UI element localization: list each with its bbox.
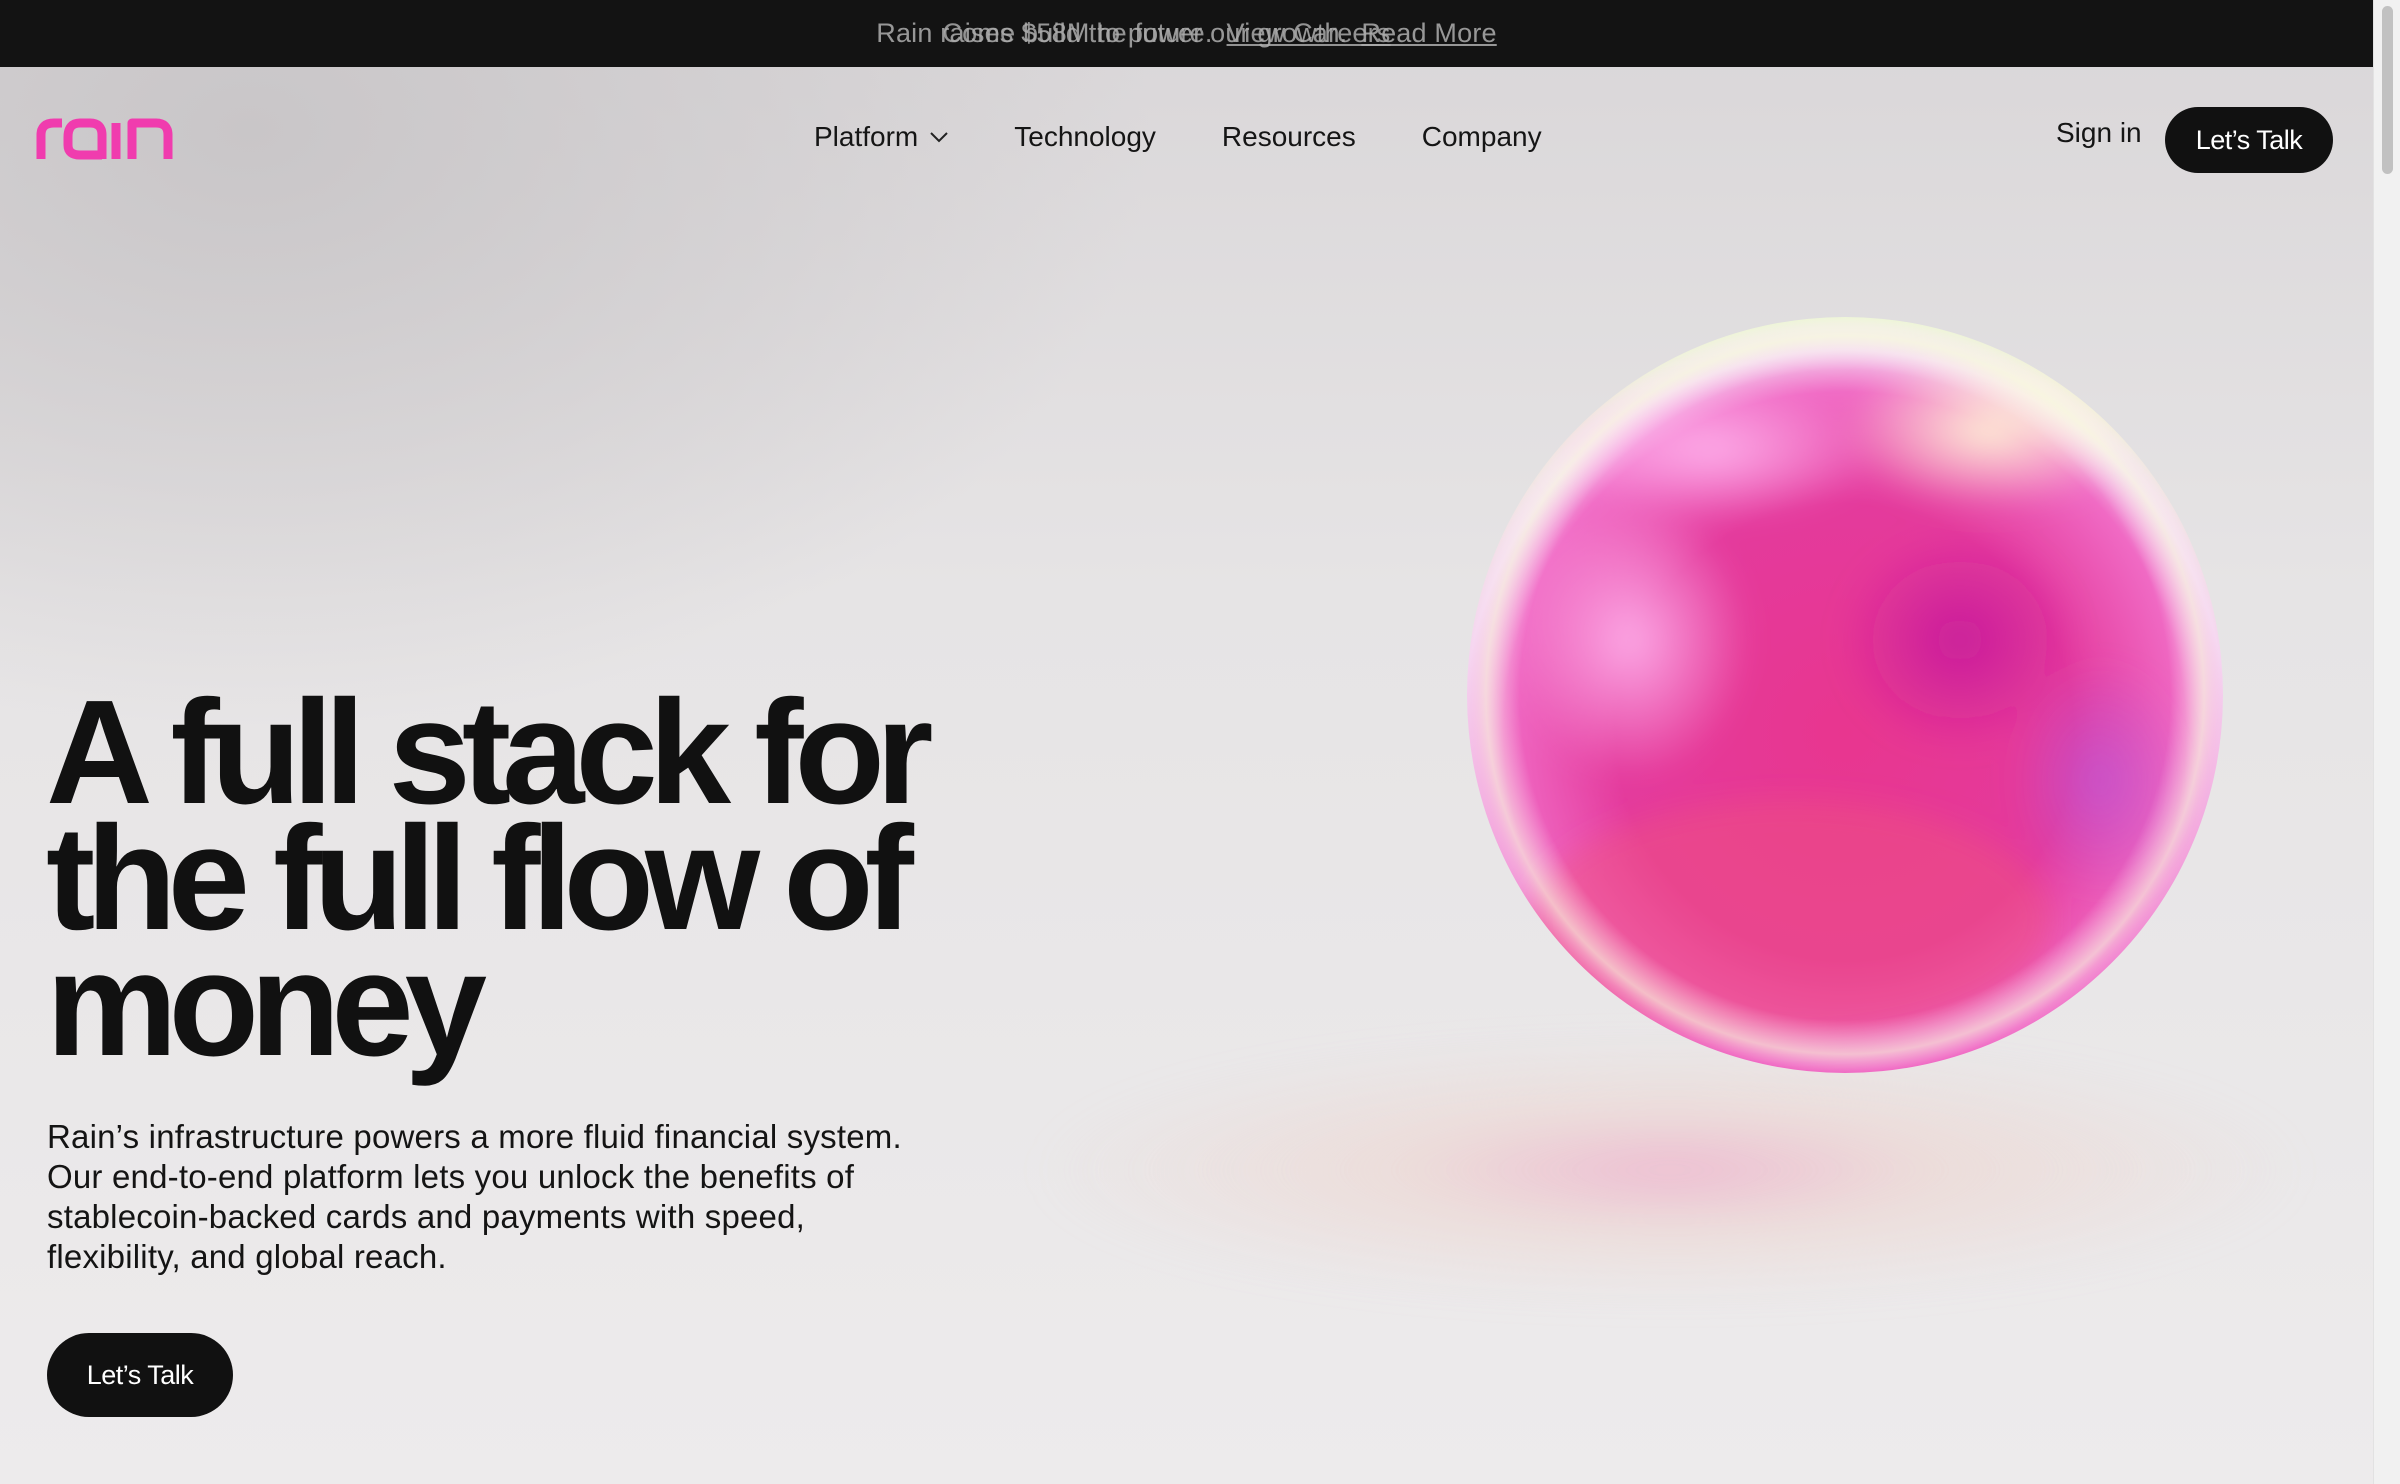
hero-description-line: Our end-to-end platform lets you unlock …	[47, 1158, 855, 1195]
nav-item-platform[interactable]: Platform	[814, 121, 948, 153]
lets-talk-hero-button[interactable]: Let’s Talk	[47, 1333, 233, 1417]
page-scrollbar[interactable]	[2373, 0, 2400, 1484]
lets-talk-nav-button[interactable]: Let’s Talk	[2165, 107, 2333, 173]
hero-description-line: flexibility, and global reach.	[47, 1238, 447, 1275]
announcement-bar: Rain raises $58M to power our growth. Re…	[0, 0, 2373, 67]
main-nav: Platform Technology Resources Company Si…	[0, 67, 2373, 209]
announcement-ticker: Rain raises $58M to power our growth. Re…	[737, 0, 1637, 67]
nav-links: Platform Technology Resources Company	[814, 117, 1608, 157]
nav-item-resources[interactable]: Resources	[1222, 121, 1356, 153]
hero-description-line: Rain’s infrastructure powers a more flui…	[47, 1118, 902, 1155]
sign-in-link[interactable]: Sign in	[2056, 117, 2142, 149]
hero-description: Rain’s infrastructure powers a more flui…	[47, 1117, 1027, 1277]
rain-logo[interactable]	[36, 115, 174, 161]
chevron-down-icon	[930, 132, 948, 143]
nav-item-technology[interactable]: Technology	[1014, 121, 1156, 153]
view-careers-link[interactable]: View Careers	[1227, 18, 1391, 49]
iridescent-orb-illustration	[1467, 317, 2223, 1073]
announcement-careers-text: Come build the future.	[942, 18, 1213, 48]
nav-item-platform-label: Platform	[814, 121, 919, 152]
nav-item-company[interactable]: Company	[1422, 121, 1542, 153]
page: Rain raises $58M to power our growth. Re…	[0, 0, 2373, 1484]
hero-title: A full stack for the full flow of money	[46, 679, 1046, 1079]
announcement-line-careers: Come build the future. View Careers	[717, 0, 1617, 67]
hero-description-line: stablecoin-backed cards and payments wit…	[47, 1198, 806, 1235]
scrollbar-thumb[interactable]	[2382, 6, 2393, 174]
